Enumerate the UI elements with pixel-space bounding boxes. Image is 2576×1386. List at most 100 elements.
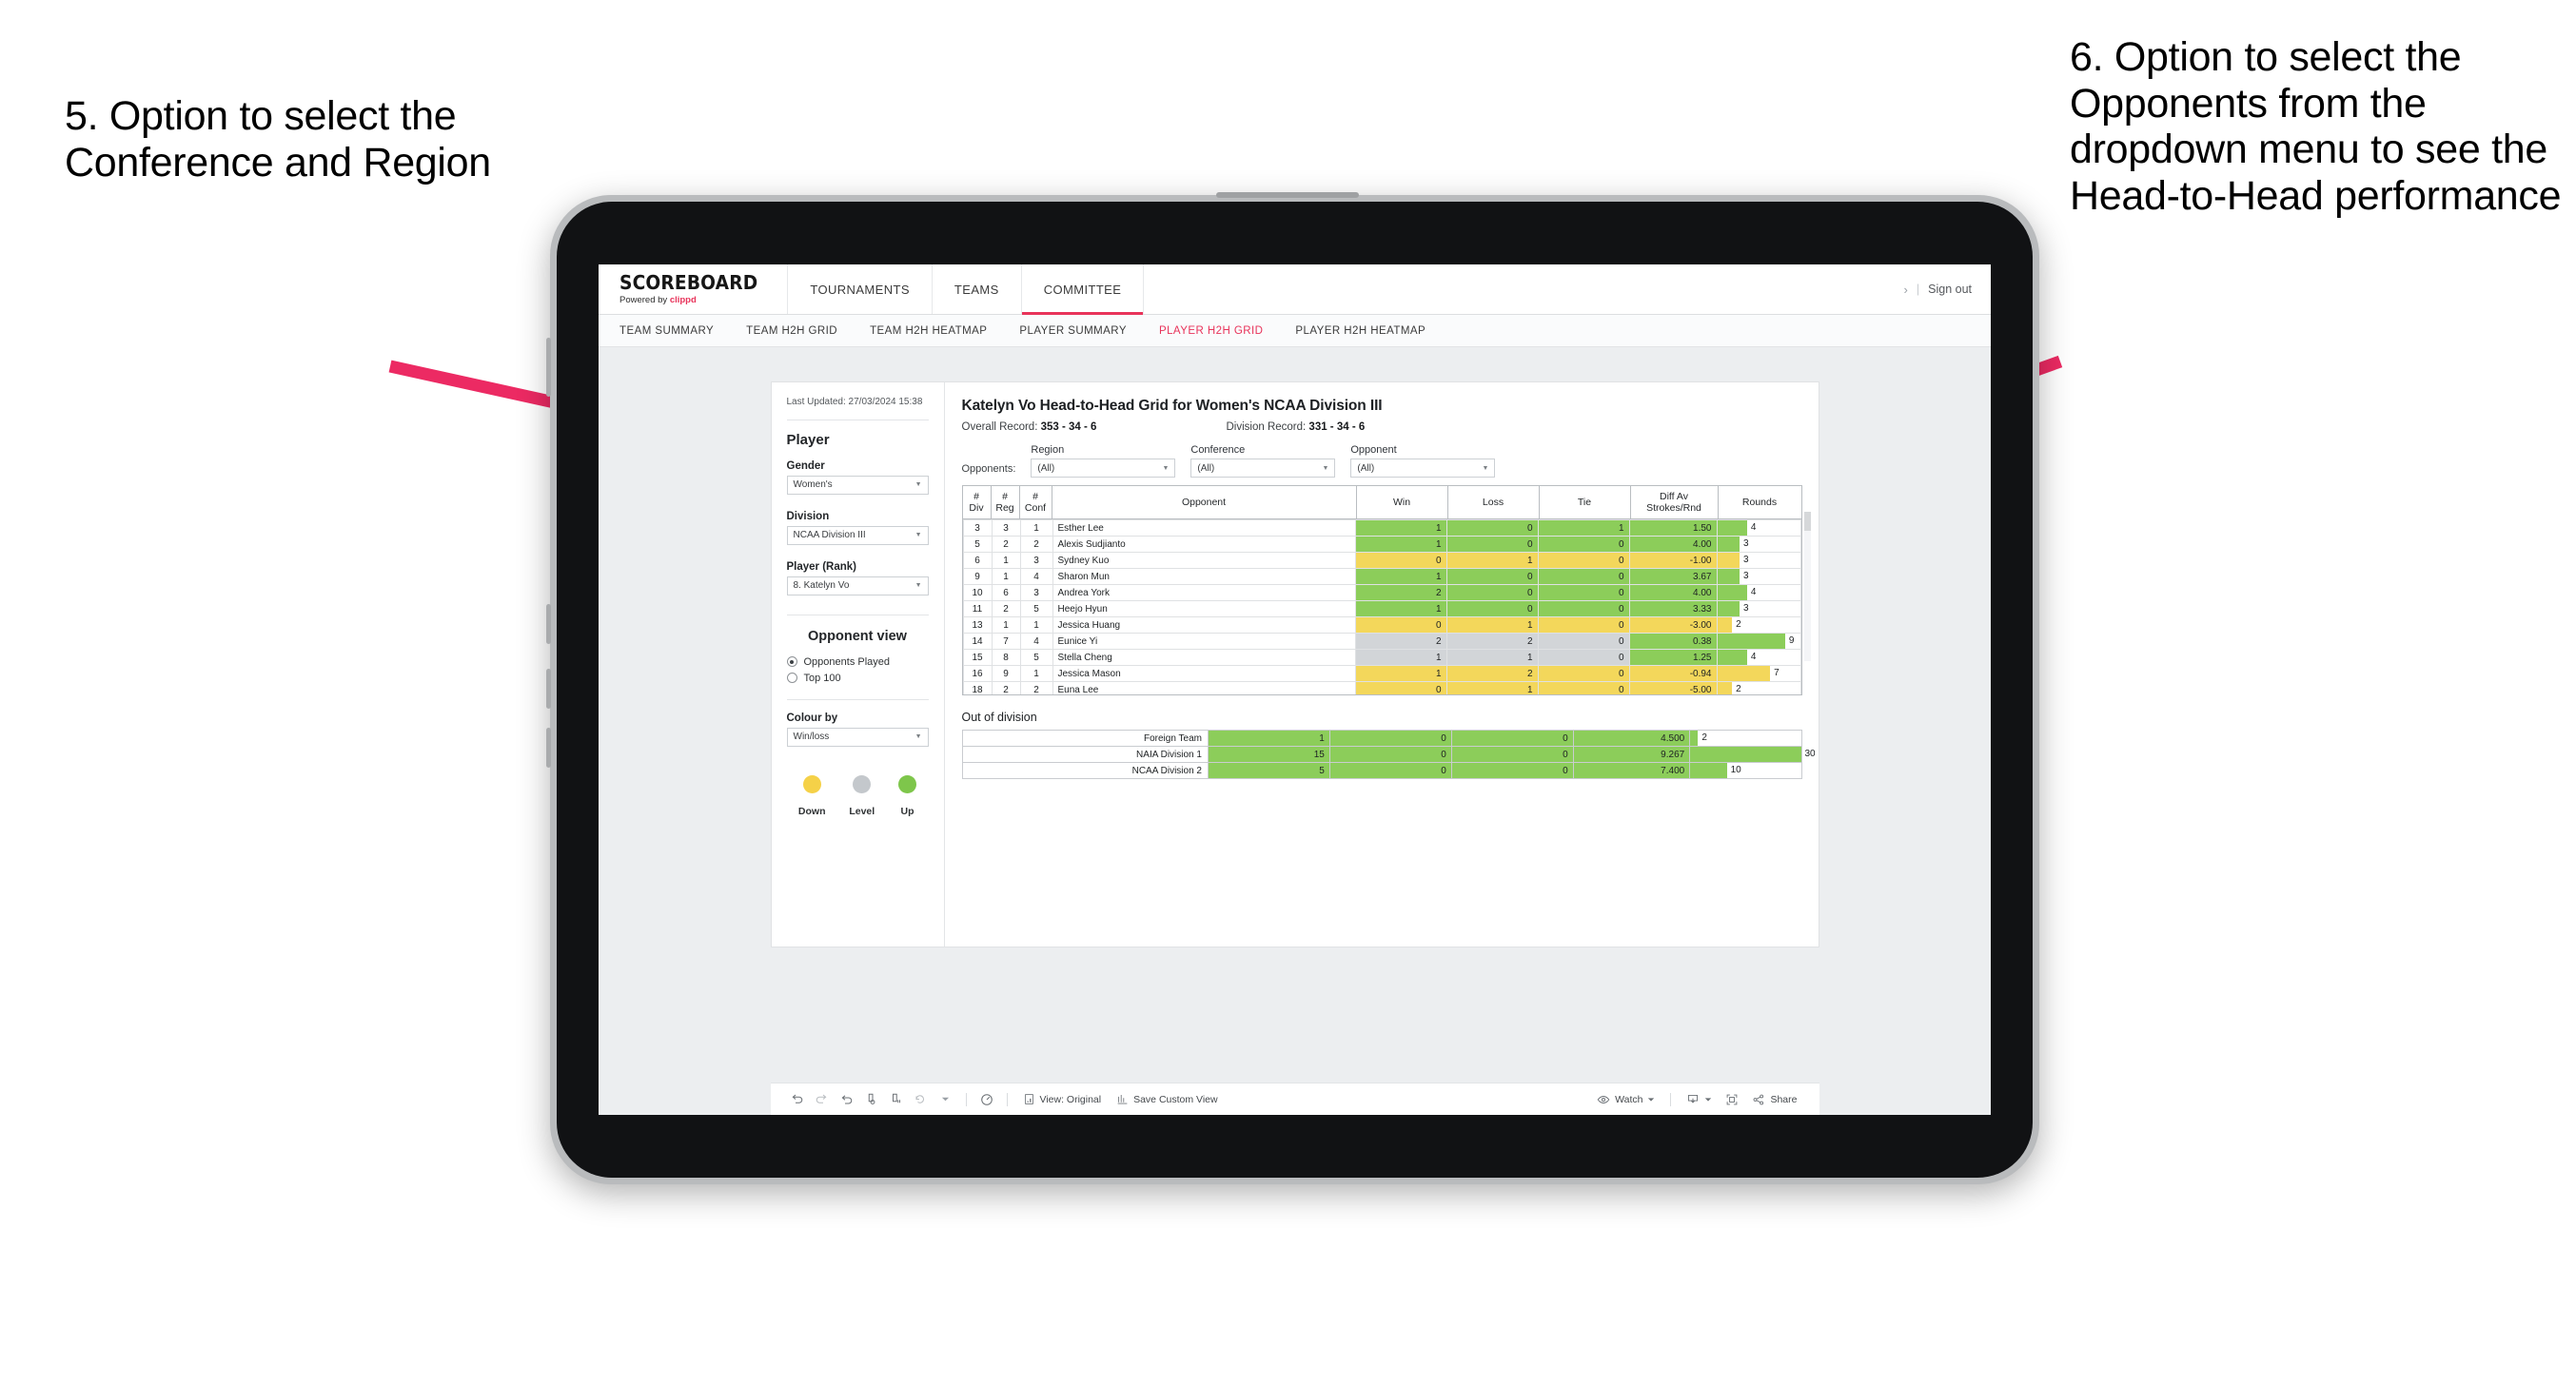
column-header[interactable]: Win (1355, 484, 1448, 520)
cell-opponent: Jessica Huang (1052, 616, 1356, 634)
table-row[interactable]: 16 9 1 Jessica Mason 1 2 0 -0.94 7 (962, 665, 1801, 683)
fullscreen-icon[interactable] (1721, 1088, 1743, 1111)
toolbar-outer: View: Original Save Custom View Watch Sh… (770, 1083, 1819, 1115)
device-side-button-2 (546, 604, 551, 644)
table-row[interactable]: 9 1 4 Sharon Mun 1 0 0 3.67 3 (962, 568, 1801, 586)
cell-div: 10 (962, 584, 993, 602)
subtab-player-summary[interactable]: PLAYER SUMMARY (1019, 325, 1127, 337)
cell-loss: 0 (1445, 600, 1539, 618)
column-header[interactable]: Diff Av Strokes/Rnd (1629, 484, 1719, 520)
table-row[interactable]: 14 7 4 Eunice Yi 2 2 0 0.38 9 (962, 633, 1801, 651)
bottom-toolbar: View: Original Save Custom View Watch Sh… (770, 1083, 1819, 1115)
cell-conf: 5 (1019, 649, 1053, 667)
nav-tab-committee[interactable]: COMMITTEE (1020, 264, 1144, 315)
table-row[interactable]: 5 2 2 Alexis Sudjianto 1 0 0 4.00 3 (962, 536, 1801, 554)
cell-win: 0 (1354, 552, 1447, 570)
share-button[interactable]: Share (1745, 1093, 1803, 1106)
column-header[interactable]: Rounds (1717, 484, 1802, 520)
ood-loss: 0 (1328, 762, 1452, 780)
view-original-button[interactable]: View: Original (1016, 1093, 1109, 1105)
cell-reg: 2 (991, 681, 1021, 695)
ood-diff: 9.267 (1572, 746, 1691, 764)
ood-row[interactable]: Foreign Team 1 0 0 4.500 2 (961, 730, 1802, 748)
cell-diff: 4.00 (1628, 584, 1718, 602)
cell-loss: 2 (1445, 633, 1539, 651)
table-body: 3 3 1 Esther Lee 1 0 1 1.50 4 5 2 2 Alexis Sudjianto… (962, 519, 1801, 695)
table-row[interactable]: 6 1 3 Sydney Kuo 0 1 0 -1.00 3 (962, 552, 1801, 570)
filters-lead-label: Opponents: (961, 463, 1016, 475)
download-button[interactable] (1680, 1093, 1719, 1106)
cell-opponent: Sharon Mun (1052, 568, 1356, 586)
subtab-team-h2h-heatmap[interactable]: TEAM H2H HEATMAP (870, 325, 987, 337)
cell-win: 2 (1354, 633, 1447, 651)
cell-diff: -1.00 (1628, 552, 1718, 570)
table-row[interactable]: 15 8 5 Stella Cheng 1 1 0 1.25 4 (962, 649, 1801, 667)
undo-icon[interactable] (786, 1088, 809, 1111)
cell-reg: 3 (991, 519, 1021, 537)
revert-icon[interactable] (836, 1088, 858, 1111)
account-separator: | (1916, 283, 1920, 296)
radio-opponents-played[interactable]: Opponents Played (786, 656, 929, 668)
divider (786, 698, 929, 700)
player-section-heading: Player (786, 431, 830, 448)
save-custom-view-button[interactable]: Save Custom View (1110, 1093, 1225, 1105)
column-header[interactable]: Loss (1446, 484, 1540, 520)
nav-tab-teams[interactable]: TEAMS (931, 264, 1021, 314)
scrollbar-thumb[interactable] (1803, 512, 1811, 531)
subtab-player-h2h-grid[interactable]: PLAYER H2H GRID (1159, 325, 1263, 337)
chevron-down-icon[interactable] (934, 1088, 957, 1111)
work-area: Last Updated: 27/03/2024 15:38 Player Ge… (599, 347, 1991, 1083)
grid-scroll-area[interactable]: 3 3 1 Esther Lee 1 0 1 1.50 4 5 2 2 Alexis Sudjianto… (961, 519, 1802, 696)
gender-select[interactable]: Women's ▼ (786, 475, 929, 495)
table-row[interactable]: 3 3 1 Esther Lee 1 0 1 1.50 4 (962, 519, 1801, 537)
cell-rounds: 2 (1716, 681, 1801, 695)
cell-loss: 0 (1445, 536, 1539, 554)
subtab-player-h2h-heatmap[interactable]: PLAYER H2H HEATMAP (1295, 325, 1426, 337)
cell-tie: 0 (1537, 568, 1630, 586)
redo-icon[interactable] (811, 1088, 834, 1111)
overall-record: Overall Record: 353 - 34 - 6 (962, 421, 1227, 433)
conference-select[interactable]: (All) ▼ (1190, 459, 1336, 478)
watch-button[interactable]: Watch (1590, 1093, 1662, 1106)
division-select[interactable]: NCAA Division III ▼ (786, 525, 929, 545)
sign-out-button[interactable]: Sign out (1928, 283, 1972, 296)
cell-conf: 2 (1019, 681, 1053, 695)
opponent-filters: Opponents: Region (All) ▼ Conference (Al… (962, 444, 1802, 478)
region-select[interactable]: (All) ▼ (1031, 459, 1176, 478)
opponent-select[interactable]: (All) ▼ (1350, 459, 1496, 478)
ood-row[interactable]: NAIA Division 1 15 0 0 9.267 30 (961, 746, 1816, 764)
cell-tie: 0 (1537, 552, 1630, 570)
h2h-grid: # Div # Reg # Conf Opponent Win Loss Tie Diff Av St… (961, 484, 1811, 696)
player-rank-value: 8. Katelyn Vo (793, 580, 850, 591)
subtab-team-summary[interactable]: TEAM SUMMARY (619, 325, 714, 337)
table-row[interactable]: 11 2 5 Heejo Hyun 1 0 0 3.33 3 (962, 600, 1801, 618)
cell-div: 18 (962, 681, 993, 695)
player-rank-select[interactable]: 8. Katelyn Vo ▼ (786, 576, 929, 595)
ood-rounds: 2 (1689, 730, 1802, 748)
table-row[interactable]: 13 1 1 Jessica Huang 0 1 0 -3.00 2 (962, 616, 1801, 634)
cell-conf: 4 (1019, 633, 1053, 651)
column-header[interactable]: # Reg (990, 484, 1020, 520)
pause-auto-update-icon[interactable] (975, 1088, 998, 1111)
table-row[interactable]: 10 6 3 Andrea York 2 0 0 4.00 4 (962, 584, 1801, 602)
column-header[interactable]: # Div (961, 484, 992, 520)
column-header[interactable]: Tie (1538, 484, 1631, 520)
region-label: Region (1031, 444, 1065, 456)
h2h-grid-body-table: 3 3 1 Esther Lee 1 0 1 1.50 4 5 2 2 Alexis Sudjianto… (962, 519, 1801, 695)
cell-win: 0 (1354, 681, 1447, 695)
refresh-icon[interactable] (910, 1088, 933, 1111)
refresh-data-icon[interactable] (860, 1088, 883, 1111)
chevron-right-icon[interactable]: › (1904, 283, 1908, 297)
grid-scrollbar[interactable] (1803, 512, 1811, 661)
radio-top-100[interactable]: Top 100 (786, 673, 929, 684)
ood-row[interactable]: NCAA Division 2 5 0 0 7.400 10 (961, 762, 1802, 780)
cell-diff: 0.38 (1628, 633, 1718, 651)
pause-updates-icon[interactable] (885, 1088, 908, 1111)
nav-tab-tournaments[interactable]: TOURNAMENTS (787, 264, 932, 314)
column-header[interactable]: # Conf (1018, 484, 1052, 520)
table-row[interactable]: 18 2 2 Euna Lee 0 1 0 -5.00 2 (962, 681, 1801, 695)
column-header[interactable]: Opponent (1051, 484, 1357, 520)
subtab-team-h2h-grid[interactable]: TEAM H2H GRID (746, 325, 837, 337)
colour-by-select[interactable]: Win/loss ▼ (786, 727, 929, 747)
chevron-down-icon: ▼ (914, 532, 922, 538)
